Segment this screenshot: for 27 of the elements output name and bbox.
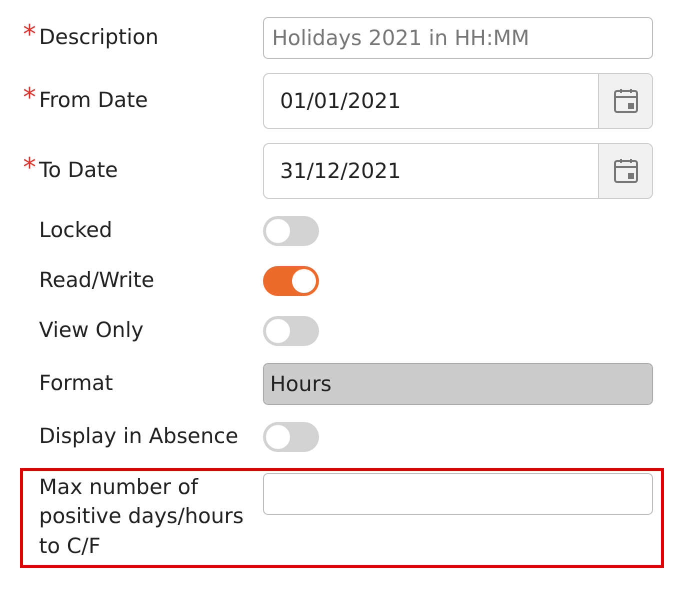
- date-field[interactable]: 31/12/2021: [263, 143, 653, 199]
- field-label: Format: [39, 371, 114, 396]
- toggle-switch[interactable]: [263, 216, 319, 246]
- required-mark: *: [23, 152, 36, 186]
- field-label: Max number of positive days/hours to C/F: [39, 475, 244, 558]
- field-label: Description: [39, 25, 159, 50]
- field-label: To Date: [39, 158, 118, 182]
- calendar-button[interactable]: [598, 74, 652, 128]
- field-label: Locked: [39, 218, 112, 242]
- field-label: From Date: [39, 88, 148, 112]
- toggle-switch[interactable]: [263, 316, 319, 346]
- toggle-switch[interactable]: [263, 422, 319, 452]
- date-value: 31/12/2021: [279, 159, 402, 183]
- date-field[interactable]: 01/01/2021: [263, 73, 653, 129]
- calendar-icon: [612, 158, 638, 184]
- calendar-icon: [612, 88, 638, 114]
- required-mark: *: [23, 82, 36, 116]
- date-value: 01/01/2021: [279, 89, 402, 113]
- toggle-switch[interactable]: [263, 266, 319, 296]
- required-mark: *: [23, 19, 36, 52]
- calendar-button[interactable]: [598, 144, 652, 198]
- field-label: View Only: [39, 318, 144, 342]
- field-label: Read/Write: [39, 268, 154, 292]
- input-field[interactable]: [263, 473, 653, 515]
- input-field[interactable]: Holidays 2021 in HH:MM: [263, 17, 653, 59]
- field-label: Display in Absence: [39, 424, 238, 448]
- field-value: Hours: [270, 372, 332, 396]
